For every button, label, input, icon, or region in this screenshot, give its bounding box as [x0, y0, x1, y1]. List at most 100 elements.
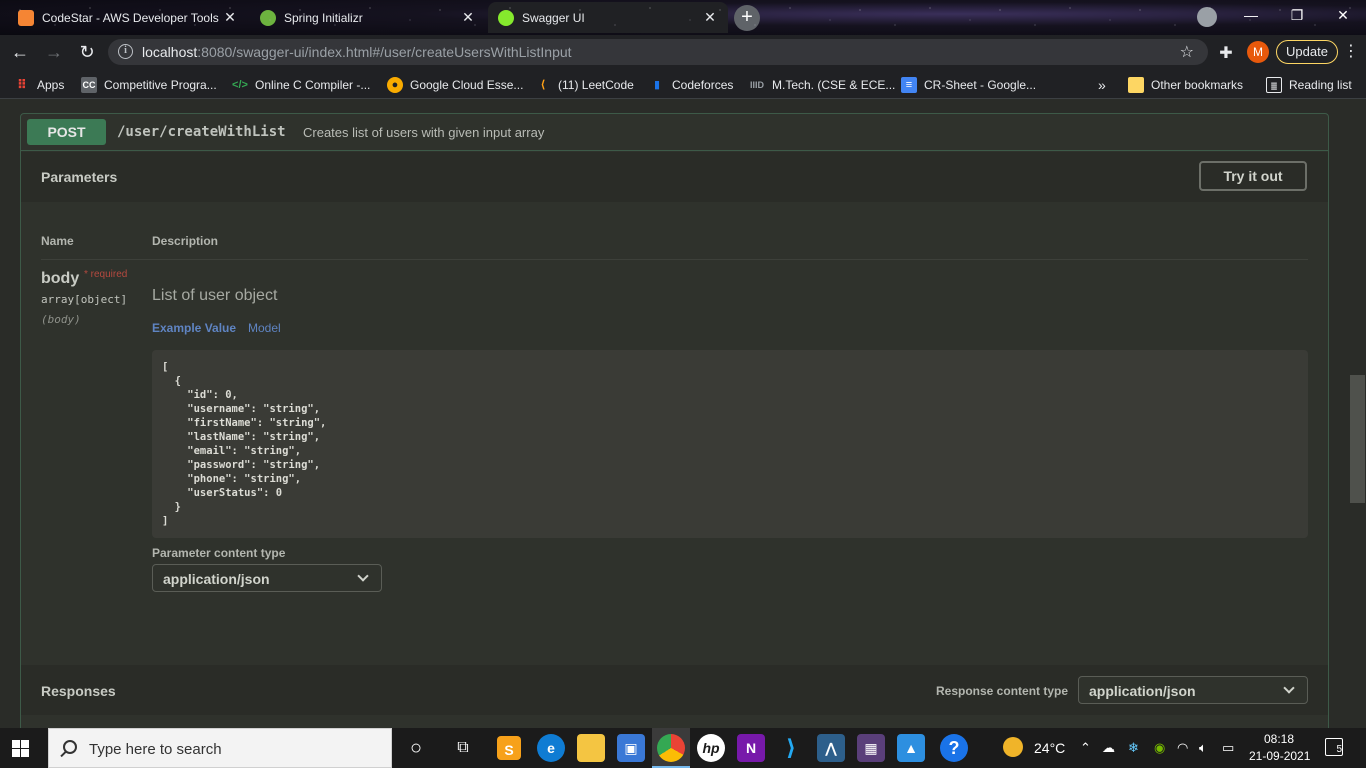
select-value: application/json [163, 571, 270, 587]
close-icon[interactable]: ✕ [460, 9, 476, 26]
nvidia-icon[interactable]: ◉ [1154, 740, 1165, 756]
site-info-icon[interactable]: i [118, 44, 133, 59]
tab-title: Spring Initializr [284, 10, 363, 25]
avatar[interactable]: M [1247, 41, 1269, 63]
chevron-down-icon [357, 570, 369, 582]
tab-spring-initializr[interactable]: Spring Initializr ✕ [250, 2, 486, 33]
bookmark-label: Reading list [1289, 78, 1352, 92]
store-icon[interactable]: ▣ [617, 734, 645, 762]
url-text[interactable]: localhost:8080/swagger-ui/index.html#/us… [142, 44, 572, 60]
bookmark-mtech[interactable]: IIID M.Tech. (CSE & ECE... [749, 76, 895, 94]
weather-sun-icon[interactable] [1003, 737, 1023, 757]
extensions-puzzle-icon[interactable]: ✚ [1216, 43, 1236, 63]
update-button[interactable]: Update [1276, 40, 1338, 64]
bookmark-label: Codeforces [672, 78, 734, 92]
volume-icon[interactable]: 🔈︎ [1199, 740, 1207, 756]
cortana-icon[interactable]: ○ [402, 734, 430, 762]
chrome-profile-icon[interactable] [1197, 7, 1217, 27]
new-tab-button[interactable]: + [734, 5, 760, 31]
help-icon[interactable]: ? [940, 734, 968, 762]
example-value-code[interactable]: [ { "id": 0, "username": "string", "firs… [152, 350, 1308, 538]
apps-grid-icon: ⠿ [16, 77, 28, 92]
responses-section-header: Responses Response content type applicat… [21, 665, 1328, 715]
url-path: :8080/swagger-ui/index.html#/user/create… [197, 44, 572, 60]
tray-chevron-up-icon[interactable]: ⌃ [1080, 740, 1091, 756]
responses-title: Responses [41, 683, 116, 699]
operation-description: Creates list of users with given input a… [303, 125, 545, 140]
bookmark-cr-sheet[interactable]: ≡ CR-Sheet - Google... [901, 76, 1036, 94]
windows-start-icon[interactable] [12, 740, 29, 757]
battery-icon[interactable]: ▭ [1222, 740, 1234, 756]
window-close-icon[interactable]: ✕ [1320, 0, 1366, 30]
close-icon[interactable]: ✕ [702, 9, 718, 26]
forward-icon[interactable]: → [42, 41, 66, 65]
bookmark-apps[interactable]: ⠿ Apps [14, 76, 64, 94]
response-content-type-select[interactable]: application/json [1078, 676, 1308, 704]
more-bookmarks-chevron-icon[interactable]: » [1098, 76, 1106, 94]
restore-icon[interactable]: ❐ [1274, 0, 1320, 30]
back-icon[interactable]: ← [8, 41, 32, 65]
edge-icon[interactable]: e [537, 734, 565, 762]
parameter-content-type-select[interactable]: application/json [152, 564, 382, 592]
bookmark-codeforces[interactable]: ▮ Codeforces [649, 76, 733, 94]
iiitd-icon: IIID [749, 80, 764, 90]
menu-dots-icon[interactable]: ⋮ [1343, 42, 1359, 62]
other-bookmarks[interactable]: Other bookmarks [1128, 76, 1243, 94]
bookmark-google-cloud[interactable]: ● Google Cloud Esse... [387, 76, 523, 94]
bookmark-online-c[interactable]: </> Online C Compiler -... [232, 76, 370, 94]
bookmark-leetcode[interactable]: ⟨ (11) LeetCode [535, 76, 633, 94]
file-explorer-icon[interactable] [577, 734, 605, 762]
clock-date[interactable]: 21-09-2021 [1249, 749, 1310, 763]
scrollbar-thumb[interactable] [1350, 375, 1365, 503]
reload-icon[interactable]: ↻ [75, 41, 99, 65]
tab-swagger-ui[interactable]: Swagger UI ✕ [488, 2, 728, 33]
taskbar-search-input[interactable]: Type here to search [48, 728, 392, 768]
onedrive-cloud-icon[interactable]: ☁ [1102, 740, 1115, 756]
bookmark-label: Apps [37, 78, 65, 92]
docs-icon: ≡ [901, 77, 917, 93]
bookmark-label: M.Tech. (CSE & ECE... [772, 78, 896, 92]
leetcode-icon: ⟨ [540, 79, 546, 91]
close-icon[interactable]: ✕ [222, 9, 238, 26]
bookmark-label: Online C Compiler -... [255, 78, 371, 92]
task-view-icon[interactable]: ⧉ [449, 734, 477, 762]
tab-model[interactable]: Model [248, 321, 281, 335]
chrome-icon[interactable] [657, 734, 685, 762]
notification-center-icon[interactable]: 5 [1325, 738, 1343, 756]
sublime-text-icon[interactable]: S [497, 736, 521, 760]
mysql-workbench-icon[interactable]: ⋀ [817, 734, 845, 762]
search-placeholder: Type here to search [89, 741, 222, 758]
bookmark-label: Google Cloud Esse... [410, 78, 524, 92]
wifi-icon[interactable]: ◠ [1177, 740, 1188, 756]
swagger-page: POST /user/createWithList Creates list o… [0, 99, 1366, 728]
swagger-icon [498, 9, 514, 26]
tab-example-value[interactable]: Example Value [152, 321, 236, 335]
hp-icon[interactable]: hp [697, 734, 725, 762]
vscode-icon[interactable]: ⟩ [777, 734, 805, 762]
address-bar[interactable]: i localhost:8080/swagger-ui/index.html#/… [108, 39, 1208, 65]
parameter-name: body [41, 270, 80, 287]
method-badge: POST [27, 119, 106, 145]
bookmarks-bar: ⠿ Apps CC Competitive Progra... </> Onli… [0, 69, 1366, 99]
tab-codestar[interactable]: CodeStar - AWS Developer Tools ✕ [8, 2, 248, 33]
url-host: localhost [142, 44, 198, 60]
page-scrollbar[interactable] [1349, 99, 1366, 728]
photos-icon[interactable]: ▲ [897, 734, 925, 762]
try-it-out-button[interactable]: Try it out [1199, 161, 1307, 191]
onenote-icon[interactable]: N [737, 734, 765, 762]
parameter-type: array[object] [41, 293, 128, 306]
operation-summary[interactable]: POST /user/createWithList Creates list o… [21, 114, 1328, 151]
column-header-description: Description [152, 234, 219, 248]
bookmark-star-icon[interactable]: ☆ [1180, 42, 1194, 62]
reading-list[interactable]: ≣ Reading list [1266, 76, 1352, 94]
weather-temperature[interactable]: 24°C [1034, 740, 1065, 756]
clock-time[interactable]: 08:18 [1264, 732, 1294, 746]
game-icon[interactable]: ▦ [857, 734, 885, 762]
minimize-icon[interactable]: — [1228, 0, 1274, 30]
response-content-type-label: Response content type [936, 684, 1069, 698]
tab-title: CodeStar - AWS Developer Tools [42, 10, 219, 25]
bookmark-competitive[interactable]: CC Competitive Progra... [81, 76, 217, 94]
snowflake-icon[interactable]: ❄ [1128, 740, 1139, 756]
select-value: application/json [1089, 683, 1196, 699]
required-marker: * required [84, 269, 128, 280]
